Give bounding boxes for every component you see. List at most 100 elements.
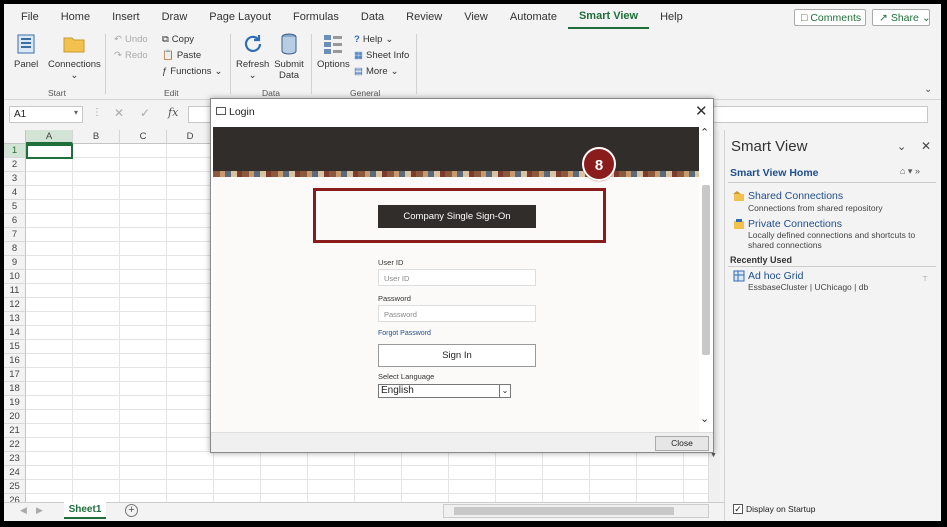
more-icon: ⋮ <box>92 107 102 118</box>
comments-button[interactable]: □ Comments <box>794 9 866 26</box>
connections-button[interactable]: Connections ⌄ <box>48 32 101 81</box>
functions-button[interactable]: ƒ Functions ⌄ <box>162 66 222 77</box>
sheet-tab-sheet1[interactable]: Sheet1 <box>64 502 106 519</box>
scrollbar-thumb[interactable] <box>702 185 710 355</box>
row-header[interactable]: 23 <box>4 452 26 466</box>
select-all-corner[interactable] <box>4 130 26 144</box>
selected-cell-a1[interactable] <box>26 144 73 159</box>
submit-data-button[interactable]: Submit Data <box>274 32 304 81</box>
sheet-info-button[interactable]: ▦ Sheet Info <box>354 50 409 61</box>
menu-view[interactable]: View <box>453 4 499 30</box>
horizontal-scrollbar[interactable] <box>443 504 709 518</box>
next-sheet-icon[interactable]: ▶ <box>36 505 43 516</box>
recent-item-link[interactable]: Ad hoc Grid <box>748 270 803 282</box>
row-header[interactable]: 21 <box>4 424 26 438</box>
row-header[interactable]: 18 <box>4 382 26 396</box>
language-select[interactable]: English ⌄ <box>378 384 511 398</box>
row-header[interactable]: 5 <box>4 200 26 214</box>
forgot-password-link[interactable]: Forgot Password <box>378 330 431 337</box>
row-header[interactable]: 16 <box>4 354 26 368</box>
column-header[interactable]: D <box>167 130 214 144</box>
menu-data[interactable]: Data <box>350 4 395 30</box>
cancel-icon[interactable]: ✕ <box>114 106 124 120</box>
help-label: Help <box>362 34 383 45</box>
menu-insert[interactable]: Insert <box>101 4 151 30</box>
smart-view-home-link[interactable]: Smart View Home <box>730 167 819 179</box>
row-header[interactable]: 10 <box>4 270 26 284</box>
row-header[interactable]: 12 <box>4 298 26 312</box>
undo-icon: ↶ <box>114 34 122 45</box>
menu-file[interactable]: File <box>10 4 50 30</box>
row-header[interactable]: 14 <box>4 326 26 340</box>
chevron-down-icon[interactable]: ⌄ <box>897 140 906 153</box>
menu-smart-view[interactable]: Smart View <box>567 5 650 29</box>
row-header[interactable]: 17 <box>4 368 26 382</box>
scroll-down-icon[interactable]: ⌄ <box>700 412 709 425</box>
column-header[interactable]: C <box>120 130 167 144</box>
private-connections-link[interactable]: Private Connections <box>748 218 842 230</box>
menu-page-layout[interactable]: Page Layout <box>198 4 282 30</box>
menu-formulas[interactable]: Formulas <box>282 4 350 30</box>
chevron-down-icon: ⌄ <box>214 66 223 77</box>
banner-image <box>213 127 699 177</box>
sso-button[interactable]: Company Single Sign-On <box>378 205 536 228</box>
scrollbar-thumb[interactable] <box>454 507 674 515</box>
row-header[interactable]: 22 <box>4 438 26 452</box>
undo-button[interactable]: ↶ Undo <box>114 34 148 45</box>
column-header[interactable]: A <box>26 130 73 144</box>
row-header[interactable]: 24 <box>4 466 26 480</box>
dialog-scrollbar[interactable]: ⌃ ⌄ <box>699 127 713 432</box>
home-icon[interactable]: ⌂ ▾ » <box>900 166 920 177</box>
display-on-startup-checkbox[interactable]: ✓ <box>733 504 743 514</box>
menu-help[interactable]: Help <box>649 4 694 30</box>
row-header[interactable]: 1 <box>4 144 26 158</box>
menu-home[interactable]: Home <box>50 4 101 30</box>
shared-connections-link[interactable]: Shared Connections <box>748 190 843 202</box>
row-header[interactable]: 25 <box>4 480 26 494</box>
insert-function-icon[interactable]: fx <box>168 106 178 119</box>
row-header[interactable]: 2 <box>4 158 26 172</box>
column-header[interactable]: B <box>73 130 120 144</box>
redo-label: Redo <box>124 50 148 61</box>
more-button[interactable]: ▤ More ⌄ <box>354 66 399 77</box>
password-input[interactable]: Password <box>378 305 536 322</box>
display-on-startup-label: Display on Startup <box>746 504 816 514</box>
row-header[interactable]: 3 <box>4 172 26 186</box>
sign-in-button[interactable]: Sign In <box>378 344 536 367</box>
user-id-input[interactable]: User ID <box>378 269 536 286</box>
help-button[interactable]: ? Help ⌄ <box>354 34 393 45</box>
name-box[interactable]: A1 ▾ <box>9 106 83 123</box>
scroll-down-icon[interactable]: ▼ <box>710 452 717 459</box>
row-header[interactable]: 26 <box>4 494 26 502</box>
share-button[interactable]: ↗ Share ⌄ <box>872 9 931 26</box>
close-button[interactable]: Close <box>655 436 709 451</box>
row-header[interactable]: 6 <box>4 214 26 228</box>
row-header[interactable]: 20 <box>4 410 26 424</box>
row-header[interactable]: 9 <box>4 256 26 270</box>
close-icon[interactable]: ✕ <box>695 102 708 120</box>
panel-button[interactable]: Panel <box>14 32 38 70</box>
row-header[interactable]: 8 <box>4 242 26 256</box>
redo-button[interactable]: ↷ Redo <box>114 50 148 61</box>
options-button[interactable]: Options <box>317 32 350 70</box>
scroll-up-icon[interactable]: ⌃ <box>700 126 709 139</box>
row-header[interactable]: 11 <box>4 284 26 298</box>
copy-button[interactable]: ⧉ Copy <box>162 34 194 45</box>
row-header[interactable]: 19 <box>4 396 26 410</box>
collapse-ribbon-icon[interactable]: ⌄ <box>924 84 932 95</box>
paste-button[interactable]: 📋 Paste <box>162 50 201 61</box>
recent-item-desc: EssbaseCluster | UChicago | db <box>748 282 869 292</box>
row-header[interactable]: 13 <box>4 312 26 326</box>
enter-icon[interactable]: ✓ <box>140 106 150 120</box>
refresh-button[interactable]: Refresh ⌄ <box>236 32 269 81</box>
menu-review[interactable]: Review <box>395 4 453 30</box>
row-header[interactable]: 7 <box>4 228 26 242</box>
row-header[interactable]: 4 <box>4 186 26 200</box>
menu-draw[interactable]: Draw <box>151 4 199 30</box>
menu-automate[interactable]: Automate <box>499 4 568 30</box>
row-header[interactable]: 15 <box>4 340 26 354</box>
close-icon[interactable]: ✕ <box>921 139 931 153</box>
pin-icon[interactable]: ⊤ <box>922 275 928 283</box>
prev-sheet-icon[interactable]: ◀ <box>20 505 27 516</box>
add-sheet-icon[interactable]: + <box>125 504 138 517</box>
